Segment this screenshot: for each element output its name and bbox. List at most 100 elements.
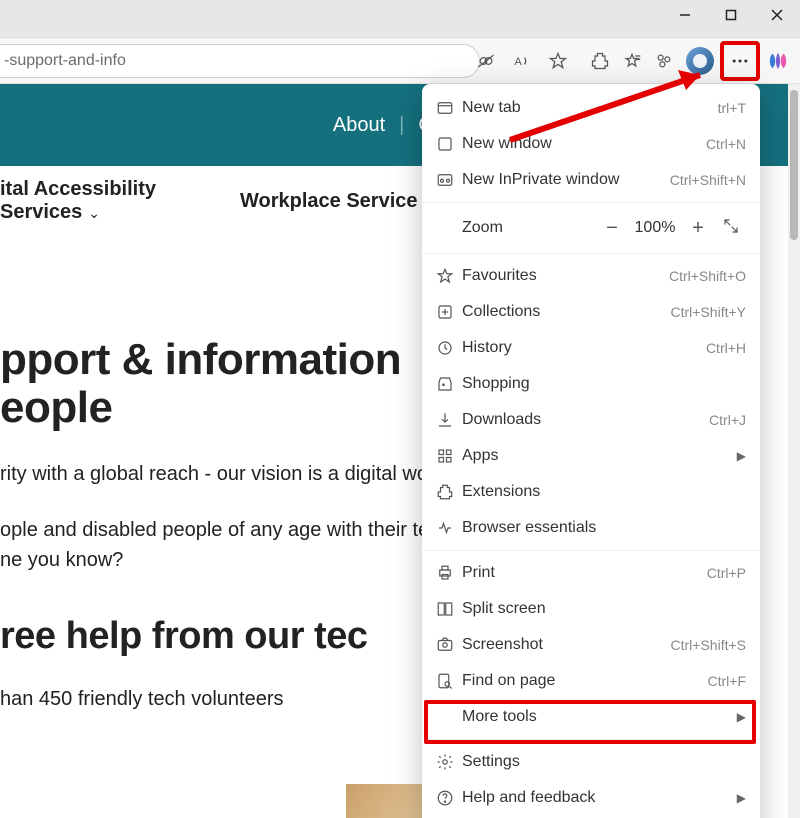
menu-collections-shortcut: Ctrl+Shift+Y xyxy=(671,304,746,320)
screenshot-icon xyxy=(436,636,462,654)
zoom-in-button[interactable]: + xyxy=(680,217,716,240)
menu-apps-label: Apps xyxy=(462,447,734,465)
menu-favourites-label: Favourites xyxy=(462,267,669,285)
menu-screenshot-label: Screenshot xyxy=(462,636,671,654)
extensions-icon[interactable] xyxy=(584,45,616,77)
window-close-button[interactable] xyxy=(754,0,800,30)
menu-new-window-shortcut: Ctrl+N xyxy=(706,136,746,152)
extensions-menu-icon xyxy=(436,483,462,501)
menu-screenshot-shortcut: Ctrl+Shift+S xyxy=(671,637,746,653)
new-window-icon xyxy=(436,135,462,153)
split-screen-icon xyxy=(436,600,462,618)
address-bar[interactable]: -support-and-info xyxy=(0,44,480,78)
favourites-icon xyxy=(436,267,462,285)
menu-more-tools[interactable]: More tools ▶ xyxy=(422,699,760,735)
menu-find-label: Find on page xyxy=(462,672,708,690)
menu-extensions[interactable]: Extensions xyxy=(422,474,760,510)
tracking-prevention-icon[interactable] xyxy=(470,45,502,77)
nav-accessibility-line1[interactable]: ital Accessibility xyxy=(0,178,200,201)
menu-extensions-label: Extensions xyxy=(462,483,746,501)
collections-icon[interactable] xyxy=(648,45,680,77)
profile-avatar-button[interactable] xyxy=(686,47,714,75)
essentials-icon xyxy=(436,519,462,537)
copilot-button[interactable] xyxy=(762,45,794,77)
menu-favourites-shortcut: Ctrl+Shift+O xyxy=(669,268,746,284)
menu-find-shortcut: Ctrl+F xyxy=(708,673,747,689)
window-minimize-button[interactable] xyxy=(662,0,708,30)
menu-help-label: Help and feedback xyxy=(462,789,734,807)
find-icon xyxy=(436,672,462,690)
menu-more-tools-label: More tools xyxy=(462,708,734,726)
zoom-out-button[interactable]: − xyxy=(594,217,630,240)
print-icon xyxy=(436,564,462,582)
menu-inprivate-shortcut: Ctrl+Shift+N xyxy=(670,172,746,188)
help-icon xyxy=(436,789,462,807)
favourites-toolbar-icon[interactable] xyxy=(616,45,648,77)
toolbar-row: -support-and-info A xyxy=(0,38,800,84)
nav-workplace-link[interactable]: Workplace Service xyxy=(240,190,418,213)
nav-accessibility-line2[interactable]: Services xyxy=(0,201,82,223)
page-heading-line2: eople xyxy=(0,383,112,432)
menu-history[interactable]: History Ctrl+H xyxy=(422,330,760,366)
window-maximize-button[interactable] xyxy=(708,0,754,30)
menu-new-window[interactable]: New window Ctrl+N xyxy=(422,126,760,162)
menu-settings[interactable]: Settings xyxy=(422,744,760,780)
downloads-icon xyxy=(436,411,462,429)
inprivate-icon xyxy=(436,171,462,189)
menu-history-shortcut: Ctrl+H xyxy=(706,340,746,356)
menu-new-tab-label: New tab xyxy=(462,99,718,117)
settings-and-more-menu: New tab trl+T New window Ctrl+N New InPr… xyxy=(422,84,760,818)
chevron-down-icon: ⌄ xyxy=(88,205,100,221)
page-heading-line1: pport & information xyxy=(0,335,401,384)
nav-about-link[interactable]: About xyxy=(333,114,385,137)
menu-zoom-label: Zoom xyxy=(436,219,528,237)
fullscreen-button[interactable] xyxy=(716,217,746,240)
history-icon xyxy=(436,339,462,357)
apps-icon xyxy=(436,447,462,465)
read-aloud-icon[interactable]: A xyxy=(506,45,538,77)
menu-inprivate-label: New InPrivate window xyxy=(462,171,670,189)
submenu-arrow-icon: ▶ xyxy=(734,710,746,724)
menu-split-label: Split screen xyxy=(462,600,746,618)
page-paragraph-2b: ne you know? xyxy=(0,549,123,571)
settings-gear-icon xyxy=(436,753,462,771)
menu-help-feedback[interactable]: Help and feedback ▶ xyxy=(422,780,760,816)
collections-icon xyxy=(436,303,462,321)
menu-new-window-label: New window xyxy=(462,135,706,153)
menu-browser-essentials[interactable]: Browser essentials xyxy=(422,510,760,546)
vertical-scrollbar[interactable] xyxy=(788,84,800,818)
menu-history-label: History xyxy=(462,339,706,357)
menu-print[interactable]: Print Ctrl+P xyxy=(422,555,760,591)
new-tab-icon xyxy=(436,99,462,117)
menu-downloads-label: Downloads xyxy=(462,411,709,429)
add-favourite-star-icon[interactable] xyxy=(542,45,574,77)
menu-collections-label: Collections xyxy=(462,303,671,321)
scrollbar-thumb[interactable] xyxy=(790,90,798,240)
menu-collections[interactable]: Collections Ctrl+Shift+Y xyxy=(422,294,760,330)
menu-print-shortcut: Ctrl+P xyxy=(707,565,746,581)
menu-apps[interactable]: Apps ▶ xyxy=(422,438,760,474)
menu-downloads-shortcut: Ctrl+J xyxy=(709,412,746,428)
menu-shopping[interactable]: Shopping xyxy=(422,366,760,402)
zoom-value: 100% xyxy=(630,219,680,237)
menu-zoom-row: Zoom − 100% + xyxy=(422,207,760,249)
nav-separator: | xyxy=(399,114,404,137)
svg-text:A: A xyxy=(515,56,523,68)
menu-downloads[interactable]: Downloads Ctrl+J xyxy=(422,402,760,438)
shopping-icon xyxy=(436,375,462,393)
menu-separator xyxy=(422,253,760,254)
menu-new-tab[interactable]: New tab trl+T xyxy=(422,90,760,126)
menu-inprivate[interactable]: New InPrivate window Ctrl+Shift+N xyxy=(422,162,760,198)
menu-essentials-label: Browser essentials xyxy=(462,519,746,537)
window-titlebar xyxy=(0,0,800,38)
menu-split-screen[interactable]: Split screen xyxy=(422,591,760,627)
menu-find-on-page[interactable]: Find on page Ctrl+F xyxy=(422,663,760,699)
menu-new-tab-shortcut: trl+T xyxy=(718,100,746,116)
menu-screenshot[interactable]: Screenshot Ctrl+Shift+S xyxy=(422,627,760,663)
submenu-arrow-icon: ▶ xyxy=(734,791,746,805)
menu-separator xyxy=(422,550,760,551)
menu-settings-label: Settings xyxy=(462,753,746,771)
address-bar-text: -support-and-info xyxy=(4,52,126,70)
settings-and-more-button[interactable] xyxy=(720,41,760,81)
menu-favourites[interactable]: Favourites Ctrl+Shift+O xyxy=(422,258,760,294)
